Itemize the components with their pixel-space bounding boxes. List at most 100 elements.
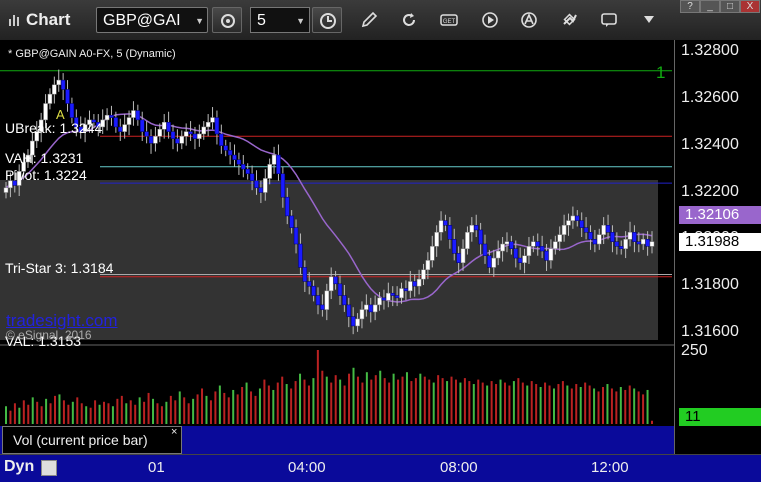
volume-bar [152,398,155,424]
volume-bar [334,375,337,424]
volume-bar [98,404,101,424]
dynamic-mode-label[interactable]: Dyn [4,458,34,476]
study-label[interactable]: Vol (current price bar) [2,426,182,454]
get-data-icon[interactable]: GET [440,11,458,29]
maximize-button[interactable]: □ [720,0,740,13]
interval-clock-button[interactable] [312,7,342,33]
volume-bar [410,381,413,424]
volume-bar [49,403,52,424]
symbol-dropdown-icon[interactable]: ▼ [195,8,204,34]
volume-bar [601,387,604,424]
candle [346,304,352,317]
candle [539,246,545,252]
volume-bar [76,397,79,424]
alert-icon[interactable] [520,11,538,29]
volume-bar [642,394,645,424]
volume-bar [348,373,351,424]
symbol-settings-button[interactable] [212,7,242,33]
candle [575,215,580,221]
close-button[interactable]: X [740,0,760,13]
volume-bar [40,406,43,424]
volume-bar [593,388,596,424]
candle [447,225,453,240]
refresh-icon[interactable] [400,11,418,29]
help-button[interactable]: ? [680,0,700,13]
volume-bar [610,388,613,424]
time-label-01: 01 [148,459,165,476]
ma-value-badge: 1.32106 [679,205,761,224]
candle [56,79,61,86]
candle [416,278,422,287]
candle [311,285,316,296]
volume-bar [619,387,622,424]
play-replay-icon[interactable] [481,11,499,29]
volume-bar [579,387,582,424]
candle [337,283,343,296]
clock-icon [320,13,336,29]
volume-bar [223,392,226,424]
candle [201,126,207,135]
candle [495,250,501,259]
volume-bar [169,395,172,424]
svg-text:GET: GET [443,19,456,25]
volume-bar [45,398,48,424]
study-close-icon[interactable]: × [171,426,177,438]
candle [632,232,637,242]
volume-bar [526,385,529,424]
candle [236,159,242,165]
candle [179,136,185,144]
current-volume-badge: 11 [679,408,761,426]
candle [52,84,57,95]
minimize-button[interactable]: _ [700,0,720,13]
volume-bar [201,388,204,424]
candle [412,281,417,287]
candle [109,114,114,118]
volume-bar [245,382,248,424]
volume-bar [303,379,306,424]
volume-panel[interactable] [0,346,674,426]
volume-bar [67,404,70,424]
volume-bar [138,397,141,424]
volume-bar [316,350,319,424]
candle [69,103,75,118]
toolbar-menu-icon[interactable] [640,11,658,29]
candle [298,243,303,268]
volume-bar [597,391,600,424]
volume-bar [205,395,208,424]
candle [394,295,400,299]
price-tick-label: 1.31600 [681,323,739,340]
candle [601,225,606,235]
candle [443,220,448,226]
interval-selector[interactable]: 5 ▼ [250,7,310,33]
volume-bar [370,379,373,424]
candle [500,243,505,252]
time-label-0400: 04:00 [288,459,326,476]
candle [469,225,475,233]
volume-bar [85,406,88,424]
link-icon[interactable] [561,11,579,29]
candle [289,215,294,228]
pencil-draw-icon[interactable] [360,11,378,29]
symbol-selector[interactable]: GBP@GAI ▼ [96,7,208,33]
title-bar: Chart GBP@GAI ▼ 5 ▼ GET ? _ □ X [0,0,761,41]
candle [579,220,584,228]
volume-bar [552,388,555,424]
interval-dropdown-icon[interactable]: ▼ [296,8,305,34]
candle [430,246,435,261]
time-axis[interactable]: Dyn 01 04:00 08:00 12:00 [0,454,761,482]
candle [60,79,66,90]
price-chart-panel[interactable] [0,40,674,346]
volume-bar [557,384,560,424]
candle [649,241,655,247]
volume-axis[interactable]: 250 11 [674,342,761,454]
price-axis[interactable]: 1.328001.326001.324001.322001.320001.318… [674,40,761,346]
volume-bar [437,375,440,424]
volume-bar [624,389,627,424]
candle [425,260,431,271]
price-tick-label: 1.31800 [681,276,739,294]
candle [451,239,457,254]
volume-bar [285,384,288,424]
price-tick-label: 1.32800 [681,42,739,59]
dynamic-mode-icon[interactable] [41,460,57,476]
comment-icon[interactable] [600,11,618,29]
